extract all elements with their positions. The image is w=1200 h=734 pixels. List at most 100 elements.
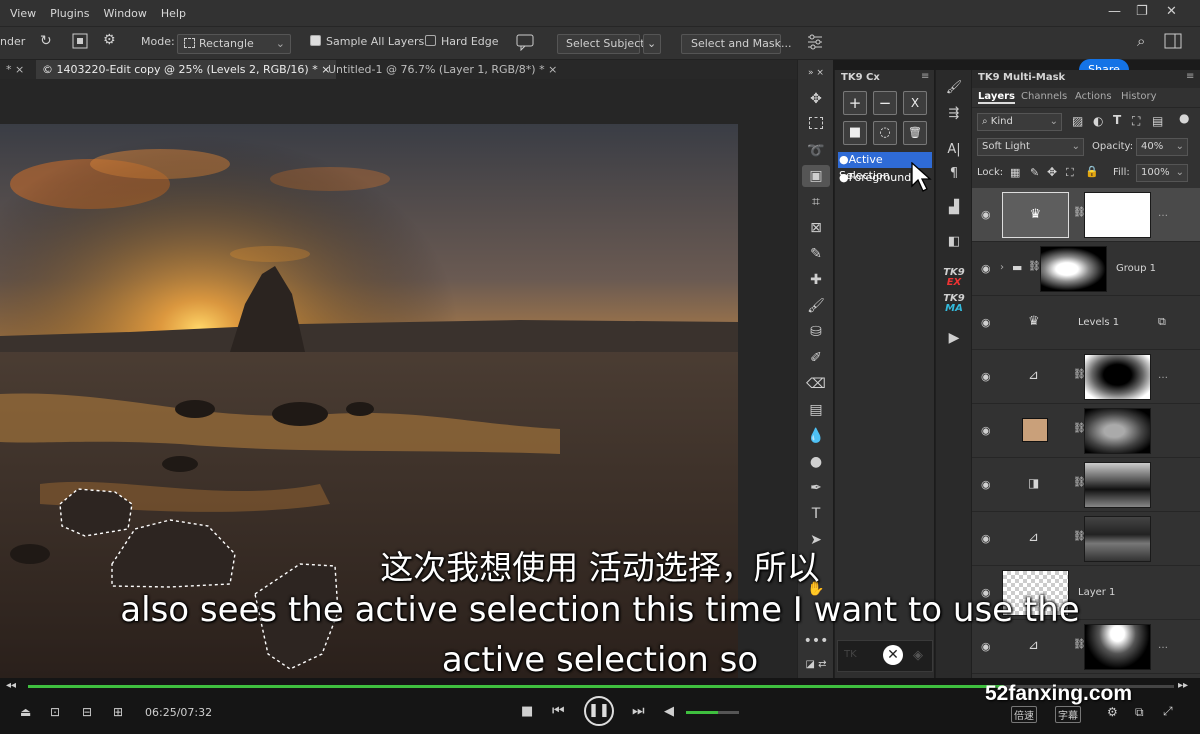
lock-transparent-icon[interactable]: ▦ bbox=[1010, 166, 1020, 179]
menu-plugins[interactable]: Plugins bbox=[50, 7, 89, 20]
move-tool-icon[interactable]: ✥ bbox=[802, 88, 830, 110]
select-subject-button[interactable]: Select Subject bbox=[557, 34, 645, 54]
lock-position-icon[interactable]: ✥ bbox=[1047, 165, 1057, 179]
sample-all-layers-checkbox[interactable]: Sample All Layers bbox=[310, 35, 424, 48]
properties-icon[interactable]: ◧ bbox=[942, 234, 966, 254]
pen-tool-icon[interactable]: ✒ bbox=[802, 477, 830, 499]
eye-icon[interactable]: ◉ bbox=[981, 262, 993, 275]
crop-tool-icon[interactable]: ⌗ bbox=[802, 191, 830, 213]
stop-icon[interactable]: ■ bbox=[521, 704, 533, 719]
workspace-icon[interactable] bbox=[1164, 33, 1182, 52]
panel-menu-icon[interactable]: ≡ bbox=[921, 71, 929, 82]
play-2-icon[interactable]: ▶ bbox=[942, 330, 966, 350]
layer-row-black-white[interactable]: ◉ ◨ ⛓ bbox=[972, 458, 1200, 512]
clone-stamp-icon[interactable]: ⛁ bbox=[802, 321, 830, 343]
trash-button[interactable]: 🗑 bbox=[903, 121, 927, 145]
tab-edit-copy[interactable]: © 1403220-Edit copy @ 25% (Levels 2, RGB… bbox=[36, 60, 337, 79]
history-brush-icon[interactable]: ✐ bbox=[802, 347, 830, 369]
subtract-button[interactable]: − bbox=[873, 91, 897, 115]
layer-row-curves[interactable]: ◉ ⊿ ⛓ … bbox=[972, 350, 1200, 404]
more-icon[interactable]: … bbox=[1158, 208, 1168, 219]
close-tab-icon[interactable]: × bbox=[15, 63, 24, 76]
tab-previous-fragment[interactable]: * × bbox=[0, 60, 30, 79]
filter-type-icon[interactable]: T bbox=[1113, 113, 1121, 127]
tab-actions[interactable]: Actions bbox=[1075, 91, 1112, 102]
paragraph-icon[interactable]: ¶ bbox=[942, 166, 966, 186]
close-tab-icon[interactable]: × bbox=[548, 63, 557, 76]
close-x-button[interactable]: X bbox=[903, 91, 927, 115]
tab-history[interactable]: History bbox=[1121, 91, 1157, 102]
select-and-mask-button[interactable]: Select and Mask... bbox=[681, 34, 791, 54]
blur-tool-icon[interactable]: 💧 bbox=[802, 425, 830, 447]
tk9-ex-icon[interactable]: TK9 EX bbox=[942, 268, 966, 288]
filter-adjustment-icon[interactable]: ◐ bbox=[1093, 114, 1103, 128]
brush-settings-icon[interactable]: 🖌 bbox=[942, 80, 966, 100]
next-icon[interactable]: ⏭ bbox=[632, 703, 645, 719]
eraser-tool-icon[interactable]: ⌫ bbox=[802, 373, 830, 395]
speech-bubble-icon[interactable] bbox=[516, 33, 534, 54]
playlist-icon[interactable]: ⏏ bbox=[20, 705, 31, 719]
object-selection-tool-icon[interactable]: ▣ bbox=[802, 165, 830, 187]
lasso-tool-icon[interactable]: ➰ bbox=[802, 140, 830, 162]
restore-button[interactable]: ❐ bbox=[1136, 4, 1148, 19]
opacity-input[interactable]: 40% ⌄ bbox=[1136, 138, 1188, 156]
eye-icon[interactable]: ◉ bbox=[981, 424, 993, 437]
kind-filter-select[interactable]: ⌕ Kind ⌄ bbox=[977, 113, 1062, 131]
close-window-button[interactable]: ✕ bbox=[1166, 4, 1177, 19]
danmaku-icon[interactable]: ⊟ bbox=[82, 705, 92, 719]
adjustments-icon[interactable]: ⇶ bbox=[942, 106, 966, 126]
eye-icon[interactable]: ◉ bbox=[981, 370, 993, 383]
comment-icon[interactable]: ⊞ bbox=[113, 705, 123, 719]
filter-toggle-icon[interactable]: ● bbox=[1179, 111, 1189, 125]
filter-shape-icon[interactable]: ⛶ bbox=[1132, 114, 1140, 129]
fill-square-button[interactable]: ■ bbox=[843, 121, 867, 145]
selection-circle-button[interactable]: ◌ bbox=[873, 121, 897, 145]
refresh-icon[interactable]: ↻ bbox=[40, 33, 52, 49]
more-icon[interactable]: … bbox=[1158, 370, 1168, 381]
collapse-icon[interactable]: » × bbox=[802, 62, 830, 84]
tk9-ma-icon[interactable]: TK9 MA bbox=[942, 294, 966, 314]
select-subject-dropdown[interactable]: ⌄ bbox=[643, 34, 661, 54]
gradient-tool-icon[interactable]: ▤ bbox=[802, 399, 830, 421]
rewind-icon[interactable]: ◂◂ bbox=[6, 680, 16, 691]
fullscreen-icon[interactable]: ⤢ bbox=[1163, 704, 1173, 719]
tab-channels[interactable]: Channels bbox=[1021, 91, 1067, 102]
type-tool-icon[interactable]: T bbox=[802, 503, 830, 525]
lock-artboard-icon[interactable]: ⛶ bbox=[1066, 166, 1074, 180]
frame-tool-icon[interactable]: ⊠ bbox=[802, 217, 830, 239]
layer-row-levels-1[interactable]: ◉ ♛ Levels 1 ⧉ bbox=[972, 296, 1200, 350]
eye-icon[interactable]: ◉ bbox=[981, 478, 993, 491]
previous-icon[interactable]: ⏮ bbox=[552, 703, 565, 719]
layer-row-levels-2[interactable]: ◉ ♛ ⛓ … bbox=[972, 188, 1200, 242]
healing-brush-icon[interactable]: ✚ bbox=[802, 269, 830, 291]
pause-button[interactable]: ❚❚ bbox=[584, 696, 614, 726]
layer-row-solid-color[interactable]: ◉ ⛓ bbox=[972, 404, 1200, 458]
filter-smart-object-icon[interactable]: ▤ bbox=[1152, 114, 1163, 128]
gear-icon[interactable]: ⚙ bbox=[103, 32, 116, 48]
dodge-tool-icon[interactable]: ● bbox=[802, 451, 830, 473]
glyph-icon[interactable]: ▟ bbox=[942, 200, 966, 220]
forward-icon[interactable]: ▸▸ bbox=[1178, 680, 1188, 691]
brush-tool-icon[interactable]: 🖌 bbox=[802, 295, 830, 317]
tab-layers[interactable]: Layers bbox=[978, 91, 1015, 104]
layer-row-group-1[interactable]: ◉ › ▬ ⛓ Group 1 bbox=[972, 242, 1200, 296]
eyedropper-tool-icon[interactable]: ✎ bbox=[802, 243, 830, 265]
panel-menu-icon[interactable]: ≡ bbox=[1186, 71, 1194, 82]
filter-pixel-icon[interactable]: ▨ bbox=[1072, 114, 1083, 128]
menu-help[interactable]: Help bbox=[161, 7, 186, 20]
subtitle-button[interactable]: 字幕 bbox=[1055, 706, 1081, 723]
eye-icon[interactable]: ◉ bbox=[981, 208, 993, 221]
volume-icon[interactable]: ◀ bbox=[664, 704, 674, 719]
hard-edge-checkbox[interactable]: Hard Edge bbox=[425, 35, 499, 48]
settings-icon[interactable]: ⚙ bbox=[1107, 705, 1118, 719]
search-icon[interactable]: ⌕ bbox=[1137, 32, 1145, 50]
eye-icon[interactable]: ◉ bbox=[981, 316, 993, 329]
fill-input[interactable]: 100% ⌄ bbox=[1136, 164, 1188, 182]
blend-mode-select[interactable]: Soft Light ⌄ bbox=[977, 138, 1084, 156]
lock-pixels-icon[interactable]: ✎ bbox=[1030, 166, 1039, 179]
chevron-right-icon[interactable]: › bbox=[1000, 262, 1004, 273]
picture-in-picture-icon[interactable]: ⧉ bbox=[1135, 705, 1144, 720]
menu-window[interactable]: Window bbox=[104, 7, 147, 20]
menu-view[interactable]: View bbox=[10, 7, 36, 20]
screenshot-icon[interactable]: ⊡ bbox=[50, 705, 60, 719]
